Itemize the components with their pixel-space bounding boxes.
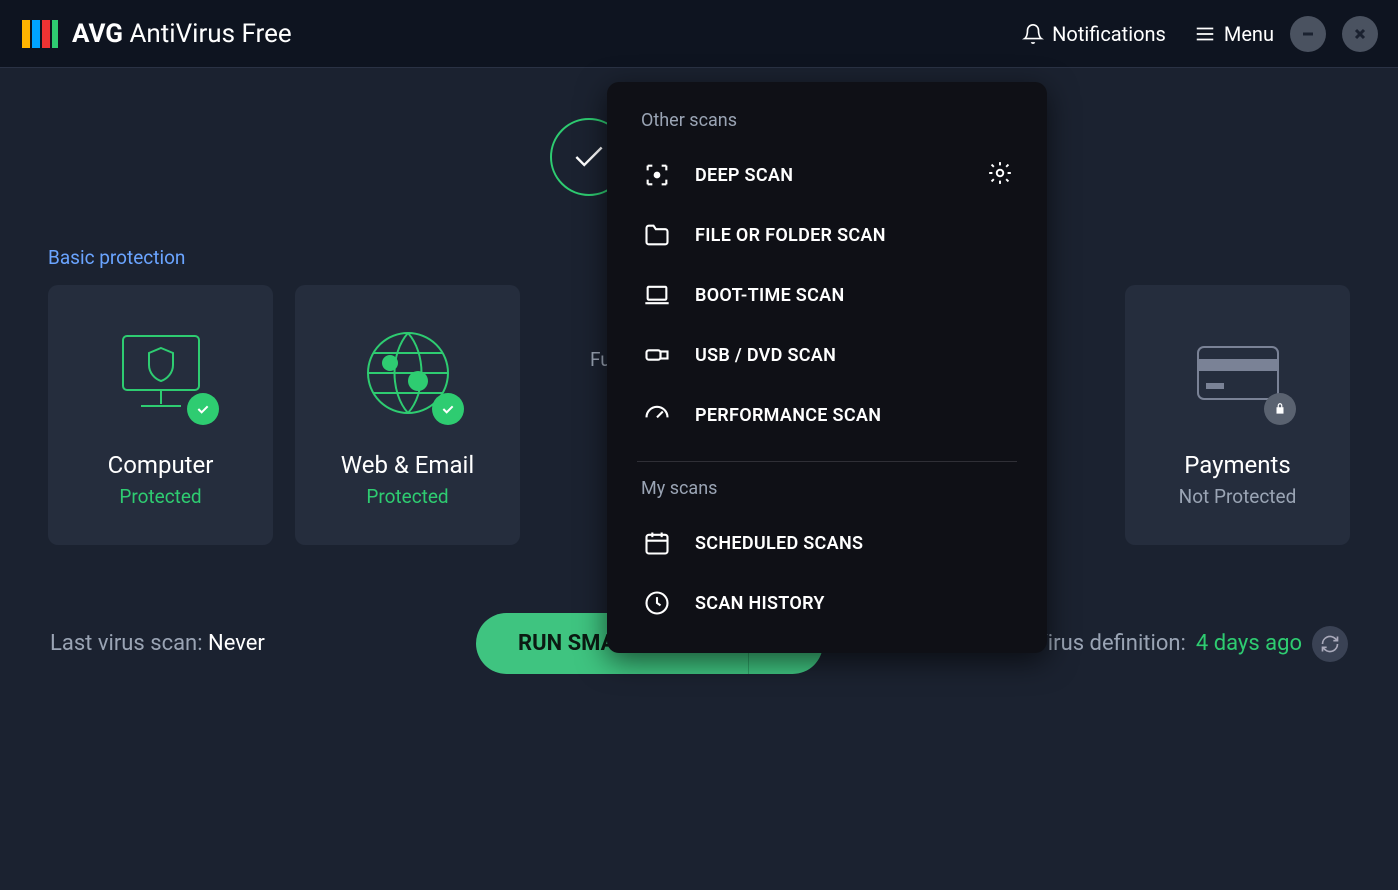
popup-item-label: SCAN HISTORY (695, 593, 825, 614)
card-web-title: Web & Email (341, 451, 474, 479)
notifications-button[interactable]: Notifications (1022, 22, 1166, 46)
target-icon (643, 161, 671, 189)
gear-icon (987, 160, 1013, 186)
card-web-email[interactable]: Web & Email Protected (295, 285, 520, 545)
bell-icon (1022, 23, 1044, 45)
minimize-button[interactable] (1290, 16, 1326, 52)
hamburger-icon (1194, 23, 1216, 45)
other-scans-popup: Other scans DEEP SCAN FILE OR FOLDER SCA… (607, 82, 1047, 653)
usb-icon (643, 341, 671, 369)
notifications-label: Notifications (1052, 22, 1166, 46)
close-icon (1352, 26, 1368, 42)
last-scan-value: Never (208, 631, 265, 656)
popup-item-label: SCHEDULED SCANS (695, 533, 863, 554)
popup-item-label: PERFORMANCE SCAN (695, 405, 881, 426)
virus-def-value: 4 days ago (1196, 631, 1302, 656)
refresh-icon (1320, 634, 1340, 654)
popup-item-scan-history[interactable]: SCAN HISTORY (607, 573, 1047, 633)
menu-label: Menu (1224, 22, 1274, 46)
card-computer-status: Protected (119, 485, 201, 508)
card-payments-status: Not Protected (1179, 485, 1297, 508)
card-computer[interactable]: Computer Protected (48, 285, 273, 545)
popup-item-boot-time-scan[interactable]: BOOT-TIME SCAN (607, 265, 1047, 325)
card-computer-title: Computer (108, 451, 214, 479)
app-header: AVG AntiVirus Free Notifications Menu (0, 0, 1398, 68)
popup-item-label: DEEP SCAN (695, 165, 793, 186)
close-button[interactable] (1342, 16, 1378, 52)
logo-block: AVG AntiVirus Free (20, 14, 292, 54)
popup-item-file-folder-scan[interactable]: FILE OR FOLDER SCAN (607, 205, 1047, 265)
app-name-bold: AVG (72, 19, 123, 49)
popup-item-label: USB / DVD SCAN (695, 345, 836, 366)
avg-logo-icon (20, 14, 60, 54)
minimize-icon (1300, 26, 1316, 42)
card-payments-title: Payments (1184, 451, 1291, 479)
popup-item-label: FILE OR FOLDER SCAN (695, 225, 886, 246)
check-icon (570, 138, 608, 176)
calendar-icon (643, 529, 671, 557)
popup-item-performance-scan[interactable]: PERFORMANCE SCAN (607, 385, 1047, 445)
menu-button[interactable]: Menu (1194, 22, 1274, 46)
folder-icon (643, 221, 671, 249)
popup-other-title: Other scans (607, 110, 1047, 145)
virus-def-label: Virus definition: (1034, 631, 1186, 656)
last-scan-label: Last virus scan: (50, 631, 203, 656)
popup-item-scheduled-scans[interactable]: SCHEDULED SCANS (607, 513, 1047, 573)
refresh-definitions-button[interactable] (1312, 626, 1348, 662)
history-icon (643, 589, 671, 617)
card-web-status: Protected (366, 485, 448, 508)
app-name-rest: AntiVirus Free (129, 19, 291, 49)
protected-badge-icon (432, 393, 464, 425)
locked-badge-icon (1264, 393, 1296, 425)
laptop-icon (643, 281, 671, 309)
protected-badge-icon (187, 393, 219, 425)
card-payments[interactable]: Payments Not Protected (1125, 285, 1350, 545)
popup-item-usb-dvd-scan[interactable]: USB / DVD SCAN (607, 325, 1047, 385)
popup-divider (637, 461, 1017, 462)
deep-scan-settings-button[interactable] (987, 160, 1013, 191)
popup-my-title: My scans (607, 478, 1047, 513)
popup-item-label: BOOT-TIME SCAN (695, 285, 845, 306)
virus-definition: Virus definition: 4 days ago (1034, 626, 1348, 662)
app-title: AVG AntiVirus Free (72, 19, 292, 49)
popup-item-deep-scan[interactable]: DEEP SCAN (607, 145, 1047, 205)
gauge-icon (643, 401, 671, 429)
last-scan: Last virus scan: Never (50, 631, 265, 656)
